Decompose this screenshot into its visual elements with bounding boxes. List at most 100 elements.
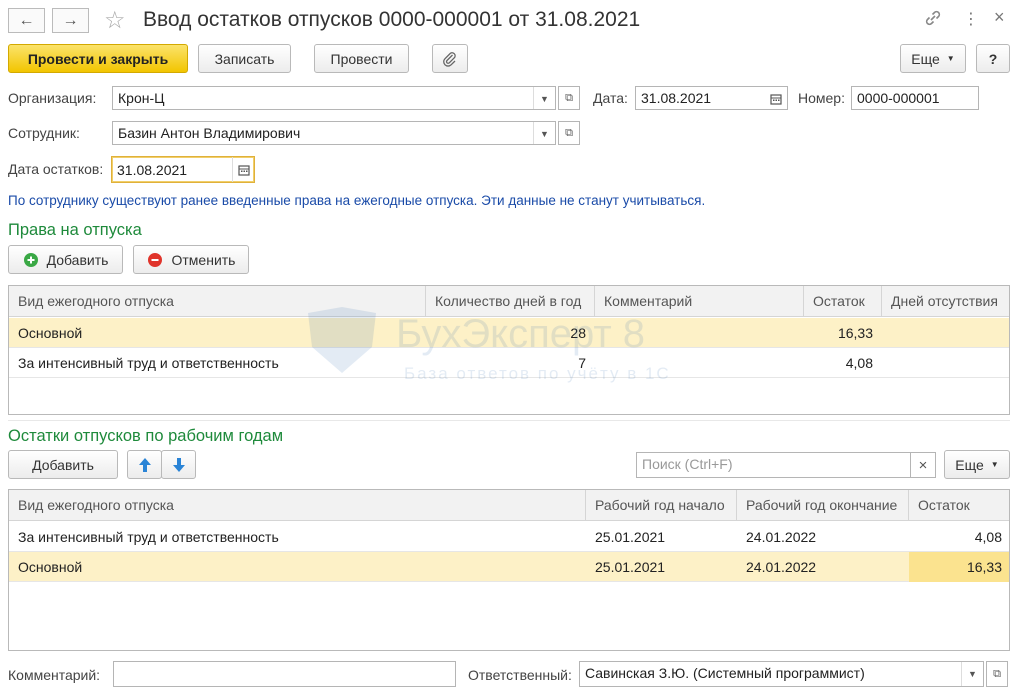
column-header[interactable]: Комментарий xyxy=(595,286,804,317)
add-circle-icon xyxy=(23,252,38,267)
responsible-field[interactable]: Савинская З.Ю. (Системный программист) ▼ xyxy=(579,661,984,687)
move-down-button[interactable] xyxy=(161,450,196,479)
more-vert-icon[interactable]: ⋮ xyxy=(963,9,979,29)
column-header[interactable]: Вид ежегодного отпуска xyxy=(9,286,426,317)
arrow-down-icon xyxy=(172,457,185,472)
save-button[interactable]: Записать xyxy=(198,44,291,73)
open-organization-icon[interactable]: ⧉ xyxy=(558,86,580,110)
days-per-year-cell: 28 xyxy=(570,325,586,341)
work-year-end-cell: 24.01.2022 xyxy=(746,529,817,545)
work-year-start-cell: 25.01.2021 xyxy=(595,529,666,545)
table-row[interactable]: Основной 25.01.2021 24.01.2022 16,33 xyxy=(9,552,1009,582)
employee-field[interactable]: Базин Антон Владимирович ▼ xyxy=(112,121,556,145)
balances-table-header: Вид ежегодного отпуска Рабочий год начал… xyxy=(9,490,1009,521)
rights-add-button[interactable]: Добавить xyxy=(8,245,123,274)
window-title: Ввод остатков отпусков 0000-000001 от 31… xyxy=(143,8,641,31)
balances-section-title: Остатки отпусков по рабочим годам xyxy=(8,427,284,445)
calendar-icon[interactable] xyxy=(232,157,254,182)
days-per-year-cell: 7 xyxy=(578,355,586,371)
paperclip-icon xyxy=(443,51,456,67)
open-responsible-icon[interactable]: ⧉ xyxy=(986,661,1008,687)
chevron-down-icon[interactable]: ▼ xyxy=(533,122,555,144)
open-employee-icon[interactable]: ⧉ xyxy=(558,121,580,145)
table-row[interactable]: За интенсивный труд и ответственность 7 … xyxy=(9,348,1009,378)
rights-add-label: Добавить xyxy=(46,251,109,268)
rights-cancel-label: Отменить xyxy=(171,251,236,268)
info-message: По сотруднику существуют ранее введенные… xyxy=(8,193,706,208)
move-up-button[interactable] xyxy=(127,450,162,479)
link-icon[interactable] xyxy=(924,9,942,32)
rights-section-title: Права на отпуска xyxy=(8,221,142,239)
balance-cell: 16,33 xyxy=(837,325,873,341)
chevron-down-icon: ▼ xyxy=(990,460,999,469)
balances-more-button[interactable]: Еще ▼ xyxy=(944,450,1010,479)
post-and-close-button[interactable]: Провести и закрыть xyxy=(8,44,188,73)
comment-field[interactable] xyxy=(113,661,456,687)
balances-more-label: Еще xyxy=(955,456,984,473)
close-icon[interactable]: × xyxy=(994,7,1005,28)
column-header[interactable]: Рабочий год начало xyxy=(586,490,737,521)
balance-date-value: 31.08.2021 xyxy=(117,162,188,178)
date-value: 31.08.2021 xyxy=(641,90,712,106)
table-row[interactable]: Основной 28 16,33 xyxy=(9,318,1009,348)
date-label: Дата: xyxy=(593,90,628,106)
column-header[interactable]: Вид ежегодного отпуска xyxy=(9,490,586,521)
table-row[interactable]: За интенсивный труд и ответственность 25… xyxy=(9,522,1009,552)
chevron-down-icon[interactable]: ▼ xyxy=(533,87,555,109)
chevron-down-icon: ▼ xyxy=(946,54,955,63)
comment-cell xyxy=(595,348,804,378)
arrow-up-icon xyxy=(138,457,151,472)
favorite-star-icon[interactable]: ☆ xyxy=(104,6,126,35)
comment-cell xyxy=(595,318,804,348)
leave-type-cell: За интенсивный труд и ответственность xyxy=(18,355,279,371)
help-button[interactable]: ? xyxy=(976,44,1010,73)
column-header[interactable]: Остаток xyxy=(909,490,1009,521)
more-label: Еще xyxy=(911,50,940,67)
section-divider xyxy=(8,420,1010,421)
forward-button[interactable]: → xyxy=(52,8,89,33)
balances-add-button[interactable]: Добавить xyxy=(8,450,118,479)
date-field[interactable]: 31.08.2021 xyxy=(635,86,788,110)
arrow-left-icon: ← xyxy=(18,11,35,29)
number-field[interactable]: 0000-000001 xyxy=(851,86,979,110)
absence-days-cell xyxy=(882,348,1009,378)
column-header[interactable]: Количество дней в год xyxy=(426,286,595,317)
column-header[interactable]: Остаток xyxy=(804,286,882,317)
work-year-start-cell: 25.01.2021 xyxy=(595,559,666,575)
employee-label: Сотрудник: xyxy=(8,125,80,141)
chevron-down-icon[interactable]: ▼ xyxy=(961,662,983,686)
balance-cell: 4,08 xyxy=(974,529,1002,545)
organization-field[interactable]: Крон-Ц ▼ xyxy=(112,86,556,110)
balance-date-label: Дата остатков: xyxy=(8,161,104,177)
remove-circle-icon xyxy=(147,252,162,267)
responsible-value: Савинская З.Ю. (Системный программист) xyxy=(585,665,865,681)
work-year-end-cell: 24.01.2022 xyxy=(746,559,817,575)
arrow-right-icon: → xyxy=(62,11,79,29)
back-button[interactable]: ← xyxy=(8,8,45,33)
employee-value: Базин Антон Владимирович xyxy=(118,125,301,141)
absence-days-cell xyxy=(882,318,1009,348)
post-button[interactable]: Провести xyxy=(314,44,409,73)
leave-type-cell: За интенсивный труд и ответственность xyxy=(18,529,279,545)
rights-cancel-button[interactable]: Отменить xyxy=(133,245,249,274)
balance-date-field[interactable]: 31.08.2021 xyxy=(111,156,255,183)
search-input[interactable]: Поиск (Ctrl+F) xyxy=(636,452,911,478)
balance-cell[interactable]: 16,33 xyxy=(909,552,1009,582)
calendar-icon[interactable] xyxy=(765,87,787,109)
column-header[interactable]: Дней отсутствия xyxy=(882,286,1009,317)
more-button[interactable]: Еще ▼ xyxy=(900,44,966,73)
organization-value: Крон-Ц xyxy=(118,90,165,106)
rights-table[interactable]: Вид ежегодного отпуска Количество дней в… xyxy=(8,285,1010,415)
organization-label: Организация: xyxy=(8,90,97,106)
leave-type-cell: Основной xyxy=(18,325,83,341)
attach-button[interactable] xyxy=(432,44,468,73)
search-placeholder: Поиск (Ctrl+F) xyxy=(642,456,733,472)
balance-cell: 4,08 xyxy=(845,355,873,371)
responsible-label: Ответственный: xyxy=(468,667,572,683)
column-header[interactable]: Рабочий год окончание xyxy=(737,490,909,521)
comment-label: Комментарий: xyxy=(8,667,101,683)
rights-table-header: Вид ежегодного отпуска Количество дней в… xyxy=(9,286,1009,317)
balances-table[interactable]: Вид ежегодного отпуска Рабочий год начал… xyxy=(8,489,1010,651)
clear-search-icon[interactable]: × xyxy=(910,452,936,478)
leave-type-cell: Основной xyxy=(18,559,83,575)
